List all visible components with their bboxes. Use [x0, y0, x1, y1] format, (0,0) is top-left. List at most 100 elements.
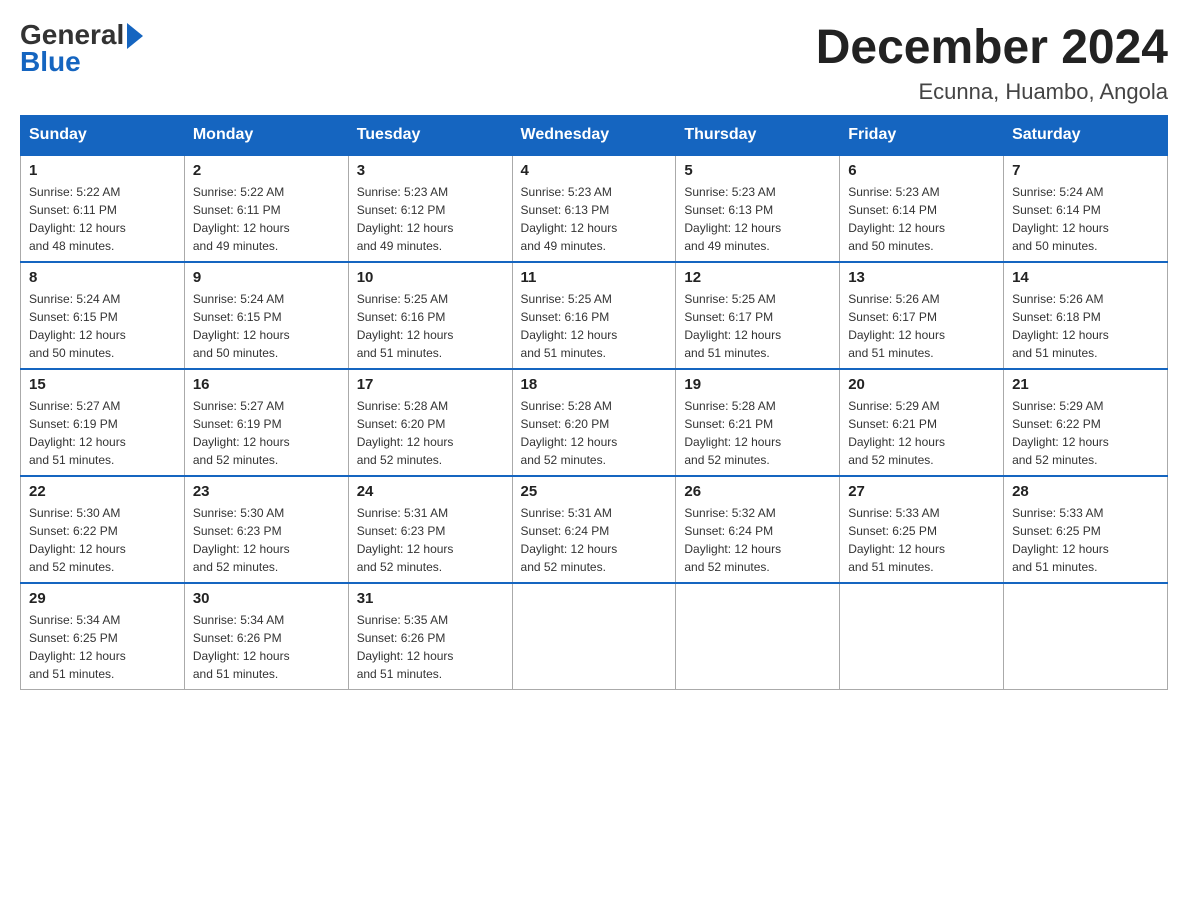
day-info: Sunrise: 5:24 AMSunset: 6:15 PMDaylight:… — [193, 290, 340, 362]
week-row-3: 15 Sunrise: 5:27 AMSunset: 6:19 PMDaylig… — [21, 369, 1168, 476]
calendar-cell: 31 Sunrise: 5:35 AMSunset: 6:26 PMDaylig… — [348, 583, 512, 690]
day-info: Sunrise: 5:25 AMSunset: 6:16 PMDaylight:… — [521, 290, 668, 362]
day-info: Sunrise: 5:26 AMSunset: 6:17 PMDaylight:… — [848, 290, 995, 362]
calendar-cell: 26 Sunrise: 5:32 AMSunset: 6:24 PMDaylig… — [676, 476, 840, 583]
day-info: Sunrise: 5:22 AMSunset: 6:11 PMDaylight:… — [29, 183, 176, 255]
day-number: 20 — [848, 376, 995, 393]
day-info: Sunrise: 5:34 AMSunset: 6:26 PMDaylight:… — [193, 611, 340, 683]
header-thursday: Thursday — [676, 116, 840, 156]
calendar-cell: 3 Sunrise: 5:23 AMSunset: 6:12 PMDayligh… — [348, 155, 512, 262]
day-number: 28 — [1012, 483, 1159, 500]
header-friday: Friday — [840, 116, 1004, 156]
day-number: 8 — [29, 269, 176, 286]
calendar-cell: 24 Sunrise: 5:31 AMSunset: 6:23 PMDaylig… — [348, 476, 512, 583]
day-info: Sunrise: 5:30 AMSunset: 6:23 PMDaylight:… — [193, 504, 340, 576]
calendar-cell: 19 Sunrise: 5:28 AMSunset: 6:21 PMDaylig… — [676, 369, 840, 476]
day-info: Sunrise: 5:29 AMSunset: 6:21 PMDaylight:… — [848, 397, 995, 469]
day-info: Sunrise: 5:30 AMSunset: 6:22 PMDaylight:… — [29, 504, 176, 576]
day-info: Sunrise: 5:24 AMSunset: 6:15 PMDaylight:… — [29, 290, 176, 362]
day-number: 25 — [521, 483, 668, 500]
day-info: Sunrise: 5:34 AMSunset: 6:25 PMDaylight:… — [29, 611, 176, 683]
day-number: 15 — [29, 376, 176, 393]
day-number: 18 — [521, 376, 668, 393]
calendar-cell: 25 Sunrise: 5:31 AMSunset: 6:24 PMDaylig… — [512, 476, 676, 583]
day-info: Sunrise: 5:31 AMSunset: 6:24 PMDaylight:… — [521, 504, 668, 576]
day-number: 12 — [684, 269, 831, 286]
calendar-table: SundayMondayTuesdayWednesdayThursdayFrid… — [20, 115, 1168, 690]
calendar-cell: 7 Sunrise: 5:24 AMSunset: 6:14 PMDayligh… — [1004, 155, 1168, 262]
calendar-cell: 15 Sunrise: 5:27 AMSunset: 6:19 PMDaylig… — [21, 369, 185, 476]
week-row-1: 1 Sunrise: 5:22 AMSunset: 6:11 PMDayligh… — [21, 155, 1168, 262]
day-info: Sunrise: 5:23 AMSunset: 6:12 PMDaylight:… — [357, 183, 504, 255]
logo: General Blue — [20, 20, 143, 78]
calendar-cell: 1 Sunrise: 5:22 AMSunset: 6:11 PMDayligh… — [21, 155, 185, 262]
day-info: Sunrise: 5:23 AMSunset: 6:13 PMDaylight:… — [684, 183, 831, 255]
calendar-cell — [676, 583, 840, 690]
day-number: 27 — [848, 483, 995, 500]
day-info: Sunrise: 5:29 AMSunset: 6:22 PMDaylight:… — [1012, 397, 1159, 469]
location-subtitle: Ecunna, Huambo, Angola — [816, 79, 1168, 105]
calendar-cell: 9 Sunrise: 5:24 AMSunset: 6:15 PMDayligh… — [184, 262, 348, 369]
day-number: 19 — [684, 376, 831, 393]
day-info: Sunrise: 5:26 AMSunset: 6:18 PMDaylight:… — [1012, 290, 1159, 362]
month-year-title: December 2024 — [816, 20, 1168, 75]
day-info: Sunrise: 5:25 AMSunset: 6:17 PMDaylight:… — [684, 290, 831, 362]
week-row-4: 22 Sunrise: 5:30 AMSunset: 6:22 PMDaylig… — [21, 476, 1168, 583]
header-sunday: Sunday — [21, 116, 185, 156]
day-number: 3 — [357, 162, 504, 179]
day-info: Sunrise: 5:28 AMSunset: 6:20 PMDaylight:… — [521, 397, 668, 469]
calendar-cell: 10 Sunrise: 5:25 AMSunset: 6:16 PMDaylig… — [348, 262, 512, 369]
day-number: 11 — [521, 269, 668, 286]
calendar-cell: 18 Sunrise: 5:28 AMSunset: 6:20 PMDaylig… — [512, 369, 676, 476]
day-number: 2 — [193, 162, 340, 179]
calendar-cell: 2 Sunrise: 5:22 AMSunset: 6:11 PMDayligh… — [184, 155, 348, 262]
day-info: Sunrise: 5:27 AMSunset: 6:19 PMDaylight:… — [193, 397, 340, 469]
calendar-cell: 8 Sunrise: 5:24 AMSunset: 6:15 PMDayligh… — [21, 262, 185, 369]
header-saturday: Saturday — [1004, 116, 1168, 156]
day-info: Sunrise: 5:27 AMSunset: 6:19 PMDaylight:… — [29, 397, 176, 469]
day-number: 9 — [193, 269, 340, 286]
day-number: 24 — [357, 483, 504, 500]
calendar-cell: 6 Sunrise: 5:23 AMSunset: 6:14 PMDayligh… — [840, 155, 1004, 262]
calendar-cell: 22 Sunrise: 5:30 AMSunset: 6:22 PMDaylig… — [21, 476, 185, 583]
day-number: 26 — [684, 483, 831, 500]
day-info: Sunrise: 5:32 AMSunset: 6:24 PMDaylight:… — [684, 504, 831, 576]
day-info: Sunrise: 5:22 AMSunset: 6:11 PMDaylight:… — [193, 183, 340, 255]
header-tuesday: Tuesday — [348, 116, 512, 156]
day-number: 10 — [357, 269, 504, 286]
week-row-5: 29 Sunrise: 5:34 AMSunset: 6:25 PMDaylig… — [21, 583, 1168, 690]
header-wednesday: Wednesday — [512, 116, 676, 156]
calendar-cell: 12 Sunrise: 5:25 AMSunset: 6:17 PMDaylig… — [676, 262, 840, 369]
day-info: Sunrise: 5:23 AMSunset: 6:13 PMDaylight:… — [521, 183, 668, 255]
logo-blue-text: Blue — [20, 47, 143, 78]
day-number: 30 — [193, 590, 340, 607]
calendar-cell: 27 Sunrise: 5:33 AMSunset: 6:25 PMDaylig… — [840, 476, 1004, 583]
calendar-header-row: SundayMondayTuesdayWednesdayThursdayFrid… — [21, 116, 1168, 156]
day-number: 16 — [193, 376, 340, 393]
day-number: 13 — [848, 269, 995, 286]
calendar-cell: 4 Sunrise: 5:23 AMSunset: 6:13 PMDayligh… — [512, 155, 676, 262]
day-number: 22 — [29, 483, 176, 500]
calendar-cell: 16 Sunrise: 5:27 AMSunset: 6:19 PMDaylig… — [184, 369, 348, 476]
title-section: December 2024 Ecunna, Huambo, Angola — [816, 20, 1168, 105]
calendar-cell — [512, 583, 676, 690]
week-row-2: 8 Sunrise: 5:24 AMSunset: 6:15 PMDayligh… — [21, 262, 1168, 369]
day-number: 17 — [357, 376, 504, 393]
calendar-cell — [840, 583, 1004, 690]
calendar-cell: 28 Sunrise: 5:33 AMSunset: 6:25 PMDaylig… — [1004, 476, 1168, 583]
calendar-cell: 30 Sunrise: 5:34 AMSunset: 6:26 PMDaylig… — [184, 583, 348, 690]
calendar-cell: 23 Sunrise: 5:30 AMSunset: 6:23 PMDaylig… — [184, 476, 348, 583]
calendar-cell: 21 Sunrise: 5:29 AMSunset: 6:22 PMDaylig… — [1004, 369, 1168, 476]
day-info: Sunrise: 5:33 AMSunset: 6:25 PMDaylight:… — [848, 504, 995, 576]
calendar-cell: 29 Sunrise: 5:34 AMSunset: 6:25 PMDaylig… — [21, 583, 185, 690]
day-number: 4 — [521, 162, 668, 179]
day-number: 31 — [357, 590, 504, 607]
day-number: 21 — [1012, 376, 1159, 393]
day-info: Sunrise: 5:35 AMSunset: 6:26 PMDaylight:… — [357, 611, 504, 683]
day-number: 7 — [1012, 162, 1159, 179]
calendar-cell: 20 Sunrise: 5:29 AMSunset: 6:21 PMDaylig… — [840, 369, 1004, 476]
day-number: 1 — [29, 162, 176, 179]
day-info: Sunrise: 5:25 AMSunset: 6:16 PMDaylight:… — [357, 290, 504, 362]
day-info: Sunrise: 5:31 AMSunset: 6:23 PMDaylight:… — [357, 504, 504, 576]
calendar-cell: 11 Sunrise: 5:25 AMSunset: 6:16 PMDaylig… — [512, 262, 676, 369]
